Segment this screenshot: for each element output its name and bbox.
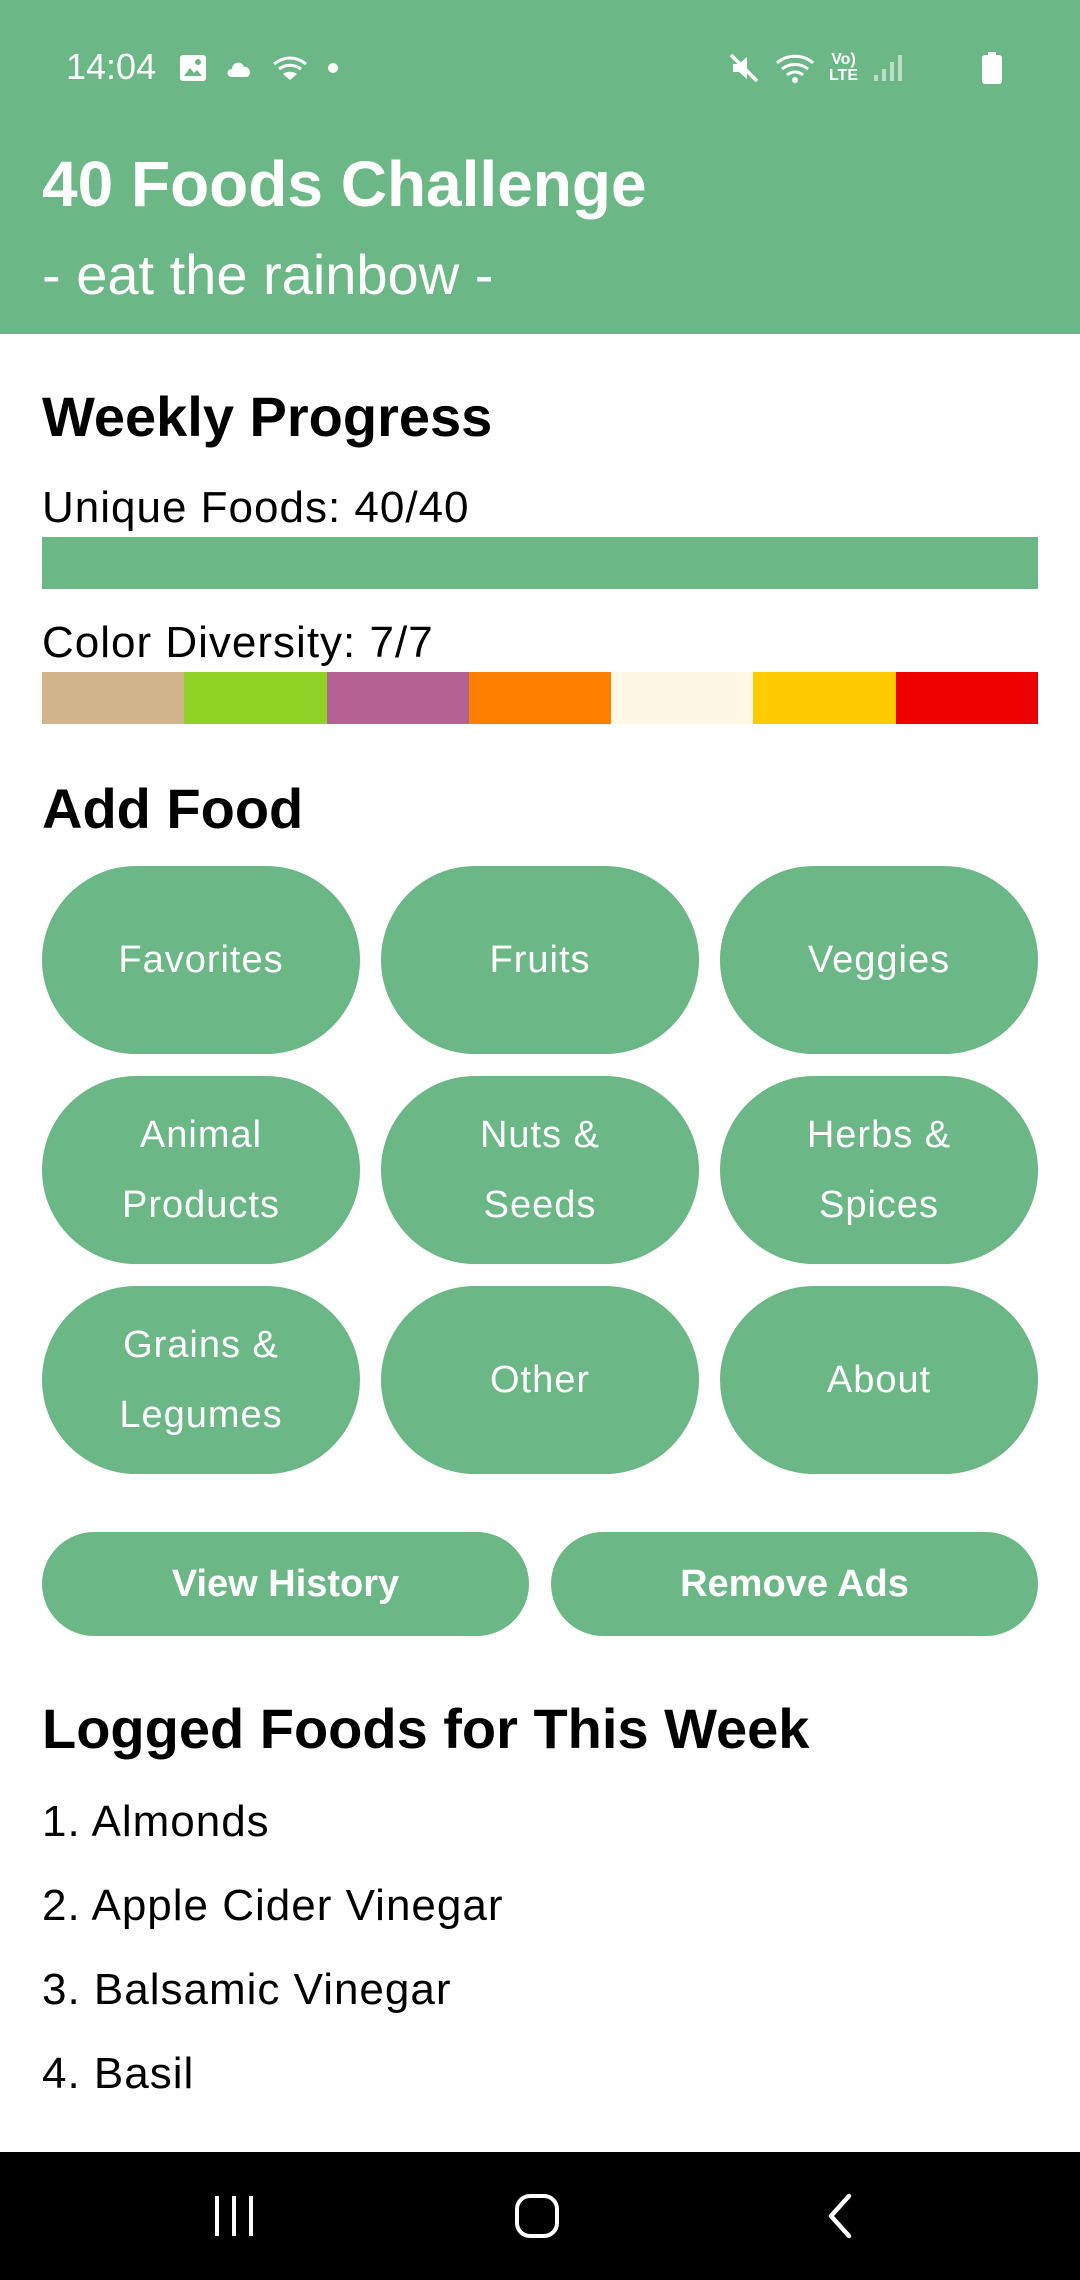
nuts-seeds-button[interactable]: Nuts & Seeds: [381, 1076, 699, 1264]
mute-icon: [729, 53, 759, 83]
grains-legumes-button[interactable]: Grains & Legumes: [42, 1286, 360, 1474]
status-right-icons: Vo) LTE: [727, 48, 904, 88]
back-icon: [828, 2193, 852, 2239]
dot-icon: [328, 63, 338, 73]
app-title: 40 Foods Challenge: [42, 148, 647, 220]
status-time: 14:04: [66, 46, 157, 87]
unique-foods-progress-fill: [42, 537, 1038, 589]
unique-foods-label: Unique Foods: 40/40: [42, 483, 470, 532]
animal-products-button[interactable]: Animal Products: [42, 1076, 360, 1264]
view-history-button[interactable]: View History: [42, 1532, 529, 1636]
volte-line2: LTE: [828, 67, 858, 84]
fruits-button[interactable]: Fruits: [381, 866, 699, 1054]
unique-foods-progress-bar: [42, 537, 1038, 589]
favorites-button[interactable]: Favorites: [42, 866, 360, 1054]
color-segment-6: [753, 672, 896, 724]
gallery-icon: [180, 55, 206, 81]
weekly-progress-title: Weekly Progress: [42, 385, 493, 448]
home-button[interactable]: [437, 2152, 637, 2280]
other-button[interactable]: Other: [381, 1286, 699, 1474]
volte-icon: Vo) LTE: [829, 52, 858, 84]
color-segment-1: [42, 672, 185, 724]
app-header: 14:04 Vo) LTE 40 Foods Challenge - eat t…: [0, 0, 1080, 334]
status-bar: 14:04 Vo) LTE: [0, 0, 1080, 134]
color-diversity-label: Color Diversity: 7/7: [42, 618, 434, 667]
color-diversity-bar: [42, 672, 1038, 724]
food-category-grid: Favorites Fruits Veggies Animal Products…: [42, 866, 1038, 1474]
list-item[interactable]: 2. Apple Cider Vinegar: [42, 1864, 1038, 1948]
herbs-spices-button[interactable]: Herbs & Spices: [720, 1076, 1038, 1264]
remove-ads-button[interactable]: Remove Ads: [551, 1532, 1038, 1636]
about-button[interactable]: About: [720, 1286, 1038, 1474]
logged-foods-list: 1. Almonds 2. Apple Cider Vinegar 3. Bal…: [42, 1780, 1038, 2116]
cast-icon: [273, 56, 307, 80]
wifi-icon: [775, 54, 814, 83]
battery-icon: [982, 52, 1002, 84]
app-subtitle: - eat the rainbow -: [42, 243, 494, 306]
action-row: View History Remove Ads: [42, 1532, 1038, 1636]
color-segment-2: [184, 672, 327, 724]
status-left-icons: [178, 50, 340, 86]
home-icon: [515, 2194, 559, 2238]
logged-foods-title: Logged Foods for This Week: [42, 1697, 810, 1760]
veggies-button[interactable]: Veggies: [720, 866, 1038, 1054]
list-item[interactable]: 3. Balsamic Vinegar: [42, 1948, 1038, 2032]
color-segment-7: [895, 672, 1038, 724]
list-item[interactable]: 1. Almonds: [42, 1780, 1038, 1864]
back-button[interactable]: [740, 2152, 940, 2280]
recent-apps-button[interactable]: [134, 2152, 334, 2280]
list-item[interactable]: 4. Basil: [42, 2032, 1038, 2116]
color-segment-5: [611, 672, 754, 724]
signal-icon: [874, 55, 902, 81]
color-segment-3: [326, 672, 469, 724]
recent-apps-icon: [215, 2196, 253, 2236]
volte-line1: Vo): [831, 51, 856, 68]
add-food-title: Add Food: [42, 777, 304, 840]
cloud-icon: [227, 62, 250, 77]
color-segment-4: [468, 672, 612, 724]
navigation-bar: [0, 2152, 1080, 2280]
